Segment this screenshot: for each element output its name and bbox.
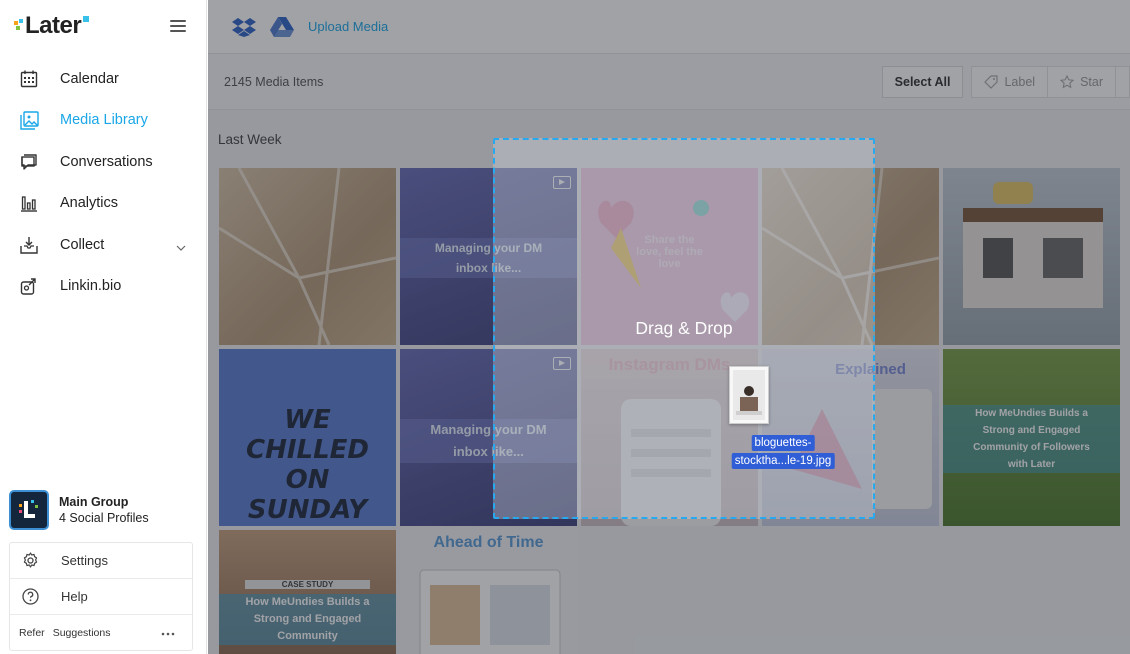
- later-logo-icon: [19, 500, 38, 518]
- sidebar-item-analytics[interactable]: Analytics: [0, 183, 206, 225]
- sidebar-bottom-menu: Settings Help Refer Suggestions: [9, 542, 193, 651]
- sidebar-item-label: Analytics: [60, 195, 119, 212]
- drag-drop-label: Drag & Drop: [635, 318, 733, 338]
- dragged-file-thumbnail[interactable]: [729, 366, 769, 424]
- sidebar-item-label: Conversations: [60, 153, 153, 170]
- chevron-down-icon[interactable]: [176, 239, 186, 255]
- file-name-line1: bloguettes-: [751, 435, 815, 451]
- link-icon: [19, 276, 39, 296]
- logo-row: Later: [0, 0, 206, 52]
- hamburger-menu-icon[interactable]: [170, 20, 186, 32]
- sidebar-item-label: Calendar: [60, 70, 119, 87]
- settings-label: Settings: [61, 553, 108, 568]
- later-logo[interactable]: Later: [14, 12, 90, 40]
- media-icon: [19, 110, 39, 130]
- file-name-line2: stocktha...le-19.jpg: [731, 453, 835, 469]
- file-preview-image: [733, 370, 765, 420]
- help-label: Help: [61, 589, 88, 604]
- sidebar-item-label: Linkin.bio: [60, 278, 122, 295]
- group-selector[interactable]: Main Group 4 Social Profiles: [9, 490, 149, 530]
- chat-icon: [19, 152, 39, 172]
- group-name: Main Group: [59, 495, 129, 509]
- help-button[interactable]: Help: [10, 579, 192, 615]
- settings-button[interactable]: Settings: [10, 543, 192, 579]
- sidebar-item-media-library[interactable]: Media Library: [0, 100, 206, 142]
- group-avatar: [9, 490, 49, 530]
- collect-icon: [19, 235, 39, 255]
- group-subtitle: 4 Social Profiles: [59, 511, 149, 525]
- sidebar-nav: Calendar Media Library Conversations Ana…: [0, 58, 206, 307]
- calendar-icon: [19, 69, 39, 89]
- suggestions-link[interactable]: Suggestions: [53, 627, 111, 639]
- gear-icon: [21, 552, 39, 570]
- logo-dots-icon: [14, 19, 24, 33]
- refer-link[interactable]: Refer: [19, 627, 45, 639]
- logo-accent-icon: [83, 16, 90, 22]
- drop-zone[interactable]: Drag & Drop bloguettes- stocktha...le-19…: [493, 138, 875, 519]
- sidebar-item-collect[interactable]: Collect: [0, 224, 206, 266]
- more-icon[interactable]: [161, 627, 175, 639]
- sidebar-item-calendar[interactable]: Calendar: [0, 58, 206, 100]
- sidebar-item-label: Media Library: [60, 112, 148, 129]
- sidebar-item-linkinbio[interactable]: Linkin.bio: [0, 266, 206, 308]
- sidebar-item-label: Collect: [60, 236, 105, 253]
- analytics-icon: [19, 193, 39, 213]
- dragged-file-name: bloguettes- stocktha...le-19.jpg: [731, 433, 835, 469]
- main-area: Upload Media 2145 Media Items Select All…: [208, 0, 1130, 654]
- sidebar-footer: Refer Suggestions: [10, 615, 192, 650]
- sidebar: Later Calendar Media Library Conversatio…: [0, 0, 207, 654]
- sidebar-item-conversations[interactable]: Conversations: [0, 141, 206, 183]
- logo-text: Later: [25, 12, 82, 39]
- help-icon: [21, 588, 39, 606]
